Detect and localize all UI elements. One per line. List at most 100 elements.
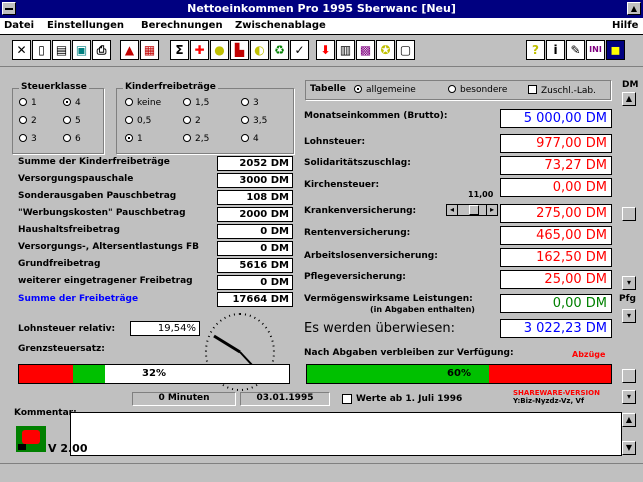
kinder-3-radio[interactable]: 3 <box>241 98 259 108</box>
shareware-label: SHAREWARE-VERSION <box>513 389 600 397</box>
print-icon[interactable]: ⎙ <box>92 40 111 60</box>
label-kirchensteuer: Kirchensteuer: <box>304 180 380 190</box>
kk-slider-thumb[interactable] <box>469 205 479 215</box>
tabelle-allgemeine-radio[interactable]: allgemeine <box>354 85 416 95</box>
fire-icon[interactable]: ▲ <box>120 40 139 60</box>
medical-cross-icon[interactable]: ✚ <box>190 40 209 60</box>
info-spin-button[interactable]: ▾ <box>622 390 636 404</box>
steuerklasse-title: Steuerklasse <box>19 82 89 92</box>
label-nach-abgaben: Nach Abgaben verbleiben zur Verfügung: <box>304 348 514 358</box>
steuerklasse-1-radio[interactable]: 1 <box>19 98 37 108</box>
value-altersentlastung: 0 DM <box>217 241 293 256</box>
bank-icon[interactable]: ▥ <box>336 40 355 60</box>
close-icon[interactable]: ✕ <box>12 40 31 60</box>
value-solidaritaetszuschlag: 73,27 DM <box>500 156 612 175</box>
dm-spin-button[interactable]: ▲ <box>622 92 636 106</box>
kommentar-textarea[interactable] <box>70 412 622 456</box>
menu-zwischenablage[interactable]: Zwischenablage <box>235 20 326 31</box>
label-vermoegen-sub: (in Abgaben enthalten) <box>370 305 475 314</box>
grenzsteuersatz-bar-text: 32% <box>142 368 166 379</box>
app-logo-icon <box>16 426 46 452</box>
label-versorgungspauschale: Versorgungspauschale <box>18 174 134 184</box>
tabelle-besondere-radio[interactable]: besondere <box>448 85 507 95</box>
kommentar-scroll-down[interactable]: ▼ <box>622 441 636 455</box>
pfg-spin-button[interactable]: ▾ <box>622 309 636 323</box>
steuerklasse-3-radio[interactable]: 3 <box>19 134 37 144</box>
value-krankenversicherung: 275,00 DM <box>500 204 612 223</box>
bar-spin-button[interactable] <box>622 369 636 383</box>
pfg-label: Pfg <box>619 294 636 304</box>
steuerklasse-group: Steuerklasse 1 4 2 5 3 6 <box>12 82 104 154</box>
werte-checkbox[interactable] <box>342 394 352 404</box>
steuerklasse-4-radio[interactable]: 4 <box>63 98 81 108</box>
kinder-3-5-radio[interactable]: 3,5 <box>241 116 267 126</box>
kinder-2-radio[interactable]: 2 <box>183 116 201 126</box>
kk-slider-value: 11,00 <box>468 190 494 199</box>
sum-icon[interactable]: Σ <box>170 40 189 60</box>
kinder-4-radio[interactable]: 4 <box>241 134 259 144</box>
kommentar-scroll-up[interactable]: ▲ <box>622 413 636 427</box>
value-ueberwiesen: 3 022,23 DM <box>500 319 612 338</box>
kinderfreibetraege-group: Kinderfreibeträge keine 1,5 3 0,5 2 3,5 … <box>116 82 294 154</box>
status-bar <box>0 463 643 482</box>
label-pflegeversicherung: Pflegeversicherung: <box>304 272 406 282</box>
kinder-0-5-radio[interactable]: 0,5 <box>125 116 151 126</box>
minuten-display: 0 Minuten <box>132 392 236 406</box>
werte-label: Werte ab 1. Juli 1996 <box>356 394 463 404</box>
care-icon[interactable]: ◐ <box>250 40 269 60</box>
label-arbeitslosenversicherung: Arbeitslosenversicherung: <box>304 251 438 261</box>
kinder-keine-radio[interactable]: keine <box>125 98 161 108</box>
steuerklasse-2-radio[interactable]: 2 <box>19 116 37 126</box>
help-icon[interactable]: ? <box>526 40 545 60</box>
menu-hilfe[interactable]: Hilfe <box>612 20 638 31</box>
window-title: Nettoeinkommen Pro 1995 Sberwanc [Neu] <box>187 2 456 15</box>
label-ueberwiesen: Es werden überwiesen: <box>304 321 455 336</box>
kinder-1-radio[interactable]: 1 <box>125 134 143 144</box>
value-lohnsteuer-relativ: 19,54% <box>130 321 200 336</box>
factory-icon[interactable]: ▙ <box>230 40 249 60</box>
input-brutto[interactable]: 5 000,00 DM <box>500 109 612 128</box>
title-bar: Nettoeinkommen Pro 1995 Sberwanc [Neu] ▲ <box>0 0 643 18</box>
tabelle-group: Tabelle allgemeine besondere Zuschl.-Lab… <box>305 80 611 100</box>
open-file-icon[interactable]: ▤ <box>52 40 71 60</box>
menu-berechnungen[interactable]: Berechnungen <box>141 20 223 31</box>
pen-icon[interactable]: ✎ <box>566 40 585 60</box>
maximize-button[interactable]: ▲ <box>627 2 641 15</box>
info-icon[interactable]: i <box>546 40 565 60</box>
kinder-2-5-radio[interactable]: 2,5 <box>183 134 209 144</box>
kk-slider-left-icon[interactable]: ◂ <box>447 205 458 215</box>
value-vermoegenswirksame: 0,00 DM <box>500 294 612 313</box>
kk-slider[interactable]: ◂ ▸ <box>446 204 498 216</box>
menu-bar: Datei Einstellungen Berechnungen Zwische… <box>0 18 643 35</box>
steuerklasse-5-radio[interactable]: 5 <box>63 116 81 126</box>
recycle-icon[interactable]: ♻ <box>270 40 289 60</box>
menu-datei[interactable]: Datei <box>4 20 34 31</box>
new-document-icon[interactable]: ▯ <box>32 40 51 60</box>
kinder-1-5-radio[interactable]: 1,5 <box>183 98 209 108</box>
kk-slider-right-icon[interactable]: ▸ <box>486 205 497 215</box>
table-icon[interactable]: ▦ <box>140 40 159 60</box>
exit-icon[interactable]: ◼ <box>606 40 625 60</box>
version-label: V 2.00 <box>48 442 88 455</box>
steuerklasse-6-radio[interactable]: 6 <box>63 134 81 144</box>
down-arrow-icon[interactable]: ⬇ <box>316 40 335 60</box>
label-brutto: Monatseinkommen (Brutto): <box>304 111 448 121</box>
toolbar: ✕ ▯ ▤ ▣ ⎙ ▲ ▦ Σ ✚ ● ▙ ◐ ♻ ✓ ⬇ ▥ ▩ ✪ ▢ ? … <box>0 35 643 67</box>
menu-einstellungen[interactable]: Einstellungen <box>47 20 124 31</box>
ini-icon[interactable]: INI <box>586 40 605 60</box>
datum-display: 03.01.1995 <box>240 392 330 406</box>
zuschlag-checkbox[interactable]: Zuschl.-Lab. <box>528 85 596 96</box>
coins-icon[interactable]: ● <box>210 40 229 60</box>
abgaben-bar: 60% <box>306 364 612 384</box>
label-altersentlastung: Versorgungs-, Altersentlastungs FB <box>18 242 199 252</box>
pflege-spin-button[interactable]: ▾ <box>622 276 636 290</box>
save-icon[interactable]: ▣ <box>72 40 91 60</box>
checkmark-icon[interactable]: ✓ <box>290 40 309 60</box>
value-versorgungspauschale: 3000 DM <box>217 173 293 188</box>
calculator-icon[interactable]: ▩ <box>356 40 375 60</box>
label-rentenversicherung: Rentenversicherung: <box>304 228 411 238</box>
value-rentenversicherung: 465,00 DM <box>500 226 612 245</box>
window-icon[interactable]: ▢ <box>396 40 415 60</box>
kk-spin-button[interactable] <box>622 207 636 221</box>
tools-icon[interactable]: ✪ <box>376 40 395 60</box>
